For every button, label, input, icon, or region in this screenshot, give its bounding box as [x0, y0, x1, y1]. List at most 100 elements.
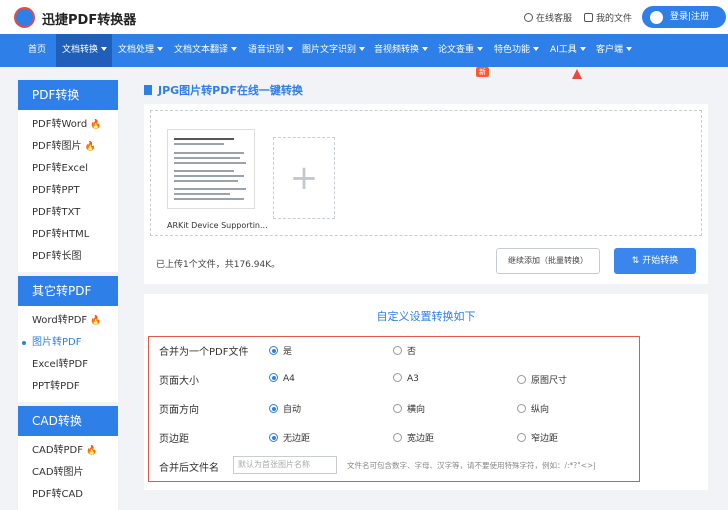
option-label: 否 [407, 347, 417, 357]
radio-icon [517, 404, 526, 413]
nav-av-convert[interactable]: 音视频转换 [368, 34, 432, 67]
radio-checked-icon [269, 346, 278, 355]
sidebar-item-pdf-to-txt[interactable]: PDF转TXT [18, 202, 118, 224]
sidebar: PDF转换 PDF转Word 🔥 PDF转图片 🔥 PDF转Excel PDF转PP… [18, 80, 118, 510]
nav-label: 文档文本翻译 [174, 45, 229, 55]
login-label: 登录|注册 [670, 12, 710, 22]
size-a3-option[interactable]: A3 [393, 373, 419, 384]
sidebar-item-pdf-to-long-image[interactable]: PDF转长图 [18, 246, 118, 268]
nav-features[interactable]: 特色功能 [488, 34, 544, 67]
chevron-down-icon [422, 47, 429, 51]
upload-info: 已上传1个文件，共176.94K。 [156, 260, 281, 270]
online-service-label: 在线客服 [536, 14, 573, 24]
sidebar-item-label: PDF转Word [32, 119, 88, 130]
margin-label: 页边距 [159, 434, 189, 445]
chevron-down-icon [626, 47, 633, 51]
hot-arrow-icon [572, 69, 582, 79]
nav-doc-process[interactable]: 文档处理 [112, 34, 168, 67]
sidebar-item-label: 图片转PDF [32, 337, 82, 348]
login-register-button[interactable]: 登录|注册 [642, 6, 726, 28]
sidebar-group-other-to-pdf[interactable]: 其它转PDF [18, 276, 118, 306]
nav-plagiarism[interactable]: 论文查重 [432, 34, 488, 67]
option-label: A4 [283, 374, 295, 384]
chevron-down-icon [157, 47, 164, 51]
nav-client[interactable]: 客户端 [590, 34, 640, 67]
sidebar-item-label: PPT转PDF [32, 381, 80, 392]
radio-icon [517, 375, 526, 384]
online-service-link[interactable]: 在线客服 [524, 11, 572, 24]
filename-input[interactable]: 默认为首张图片名称 [233, 456, 337, 474]
radio-checked-icon [269, 373, 278, 382]
sidebar-item-pdf-to-word[interactable]: PDF转Word 🔥 [18, 114, 118, 136]
nav-label: 论文查重 [438, 45, 475, 55]
sidebar-item-label: CAD转PDF [32, 445, 84, 456]
orient-auto-option[interactable]: 自动 [269, 402, 301, 415]
nav-label: 特色功能 [494, 45, 531, 55]
nav-label: AI工具 [550, 45, 577, 55]
nav-label: 首页 [28, 45, 47, 55]
thumb-line [174, 198, 244, 200]
nav-home[interactable]: 首页 [22, 34, 52, 67]
sidebar-item-excel-to-pdf[interactable]: Excel转PDF [18, 354, 118, 376]
nav-doc-convert[interactable]: 文档转换 [56, 34, 112, 67]
sidebar-item-pdf-to-cad[interactable]: PDF转CAD [18, 484, 118, 506]
thumb-line [174, 162, 246, 164]
option-label: 自动 [283, 405, 302, 415]
option-label: 横向 [407, 405, 426, 415]
sidebar-item-image-to-pdf[interactable]: 图片转PDF [18, 332, 118, 354]
size-a4-option[interactable]: A4 [269, 373, 295, 384]
user-avatar-icon [650, 11, 663, 24]
margin-wide-option[interactable]: 宽边距 [393, 431, 434, 444]
file-drop-area[interactable]: ARKit Device Supportin... + [150, 110, 702, 236]
merge-no-option[interactable]: 否 [393, 344, 416, 357]
continue-add-button[interactable]: 继续添加（批量转换） [496, 248, 600, 274]
add-file-tile[interactable]: + [273, 137, 335, 219]
brand-name[interactable]: 迅捷PDF转换器 [42, 9, 136, 28]
my-files-link[interactable]: 我的文件 [584, 11, 632, 24]
margin-narrow-option[interactable]: 窄边距 [517, 431, 558, 444]
sidebar-item-ppt-to-pdf[interactable]: PPT转PDF [18, 376, 118, 398]
sidebar-item-pdf-to-ppt[interactable]: PDF转PPT [18, 180, 118, 202]
sidebar-item-label: Word转PDF [32, 315, 88, 326]
sidebar-item-label: PDF转CAD [32, 489, 84, 500]
sidebar-item-pdf-to-excel[interactable]: PDF转Excel [18, 158, 118, 180]
nav-ocr[interactable]: 图片文字识别 [296, 34, 368, 67]
thumb-line [174, 157, 240, 159]
radio-icon [393, 433, 402, 442]
sidebar-item-pdf-to-image[interactable]: PDF转图片 🔥 [18, 136, 118, 158]
brand-logo-icon[interactable] [14, 7, 35, 28]
margin-none-option[interactable]: 无边距 [269, 431, 310, 444]
sidebar-item-label: PDF转Excel [32, 163, 88, 174]
sidebar-item-cad-to-pdf[interactable]: CAD转PDF 🔥 [18, 440, 118, 462]
settings-title: 自定义设置转换如下 [376, 310, 476, 323]
chevron-down-icon [533, 47, 540, 51]
my-files-label: 我的文件 [596, 14, 633, 24]
sidebar-item-cad-to-image[interactable]: CAD转图片 [18, 462, 118, 484]
nav-translate[interactable]: 文档文本翻译 [168, 34, 244, 67]
sidebar-item-pdf-to-html[interactable]: PDF转HTML [18, 224, 118, 246]
thumb-line [174, 170, 234, 172]
upload-panel: ARKit Device Supportin... + 已上传1个文件，共176… [144, 104, 708, 284]
nav-speech[interactable]: 语音识别 [242, 34, 300, 67]
orient-portrait-option[interactable]: 纵向 [517, 402, 549, 415]
sidebar-item-label: Excel转PDF [32, 359, 88, 370]
sidebar-group-pdf-convert[interactable]: PDF转换 [18, 80, 118, 110]
nav-label: 音视频转换 [374, 45, 420, 55]
settings-box: 合并为一个PDF文件 是 否 页面大小 A4 A3 原图尺寸 页面方向 自动 横… [148, 336, 640, 482]
sidebar-group-cad-convert[interactable]: CAD转换 [18, 406, 118, 436]
fire-icon: 🔥 [84, 142, 96, 152]
size-original-option[interactable]: 原图尺寸 [517, 373, 567, 386]
fire-icon: 🔥 [90, 316, 102, 326]
thumb-line [174, 188, 246, 190]
nav-label: 图片文字识别 [302, 45, 357, 55]
nav-ai-tools[interactable]: AI工具 [544, 34, 590, 67]
option-label: 是 [283, 347, 293, 357]
merge-yes-option[interactable]: 是 [269, 344, 292, 357]
start-convert-button[interactable]: ⇅ 开始转换 [614, 248, 696, 274]
orient-landscape-option[interactable]: 横向 [393, 402, 425, 415]
file-thumbnail[interactable] [167, 129, 255, 209]
page-title-text: JPG图片转PDF在线一键转换 [158, 84, 303, 97]
sidebar-item-word-to-pdf[interactable]: Word转PDF 🔥 [18, 310, 118, 332]
chevron-down-icon [101, 47, 108, 51]
thumb-line [174, 138, 234, 140]
